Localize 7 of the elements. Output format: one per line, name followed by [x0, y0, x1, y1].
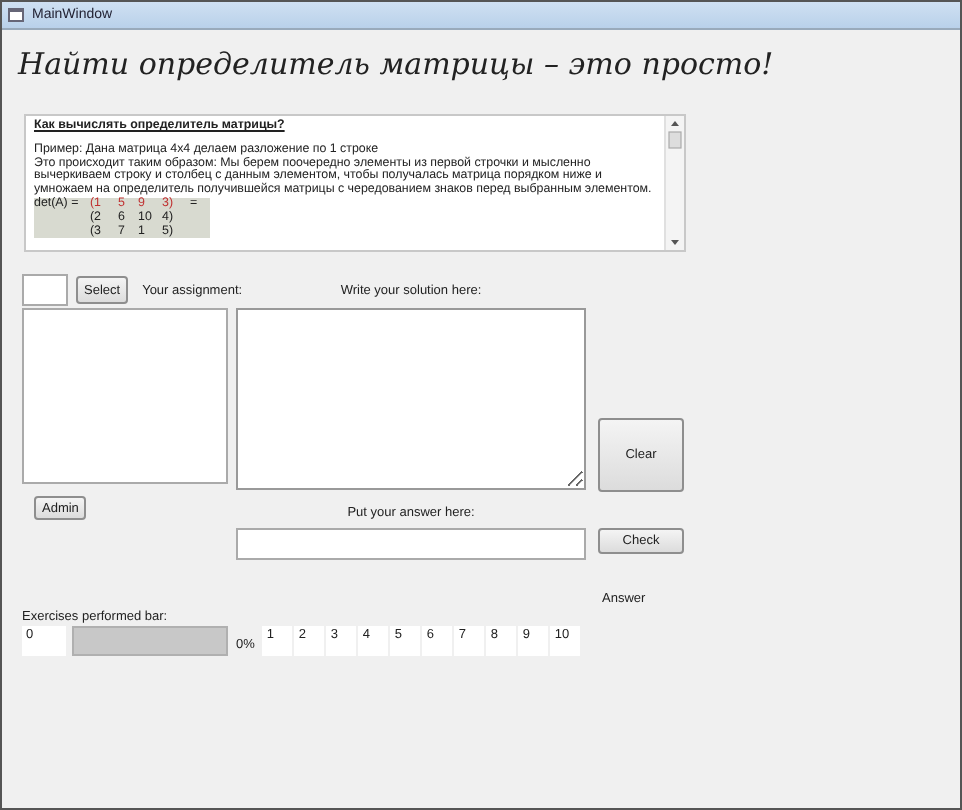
answer-field[interactable]	[236, 528, 586, 560]
app-heading: Найти определитель матрицы – это просто!	[18, 46, 774, 86]
solution-field[interactable]	[236, 308, 586, 490]
number-field[interactable]	[22, 274, 68, 306]
window-icon	[8, 8, 24, 22]
help-text-area[interactable]	[24, 114, 686, 252]
scroll-bar[interactable]	[664, 116, 684, 250]
